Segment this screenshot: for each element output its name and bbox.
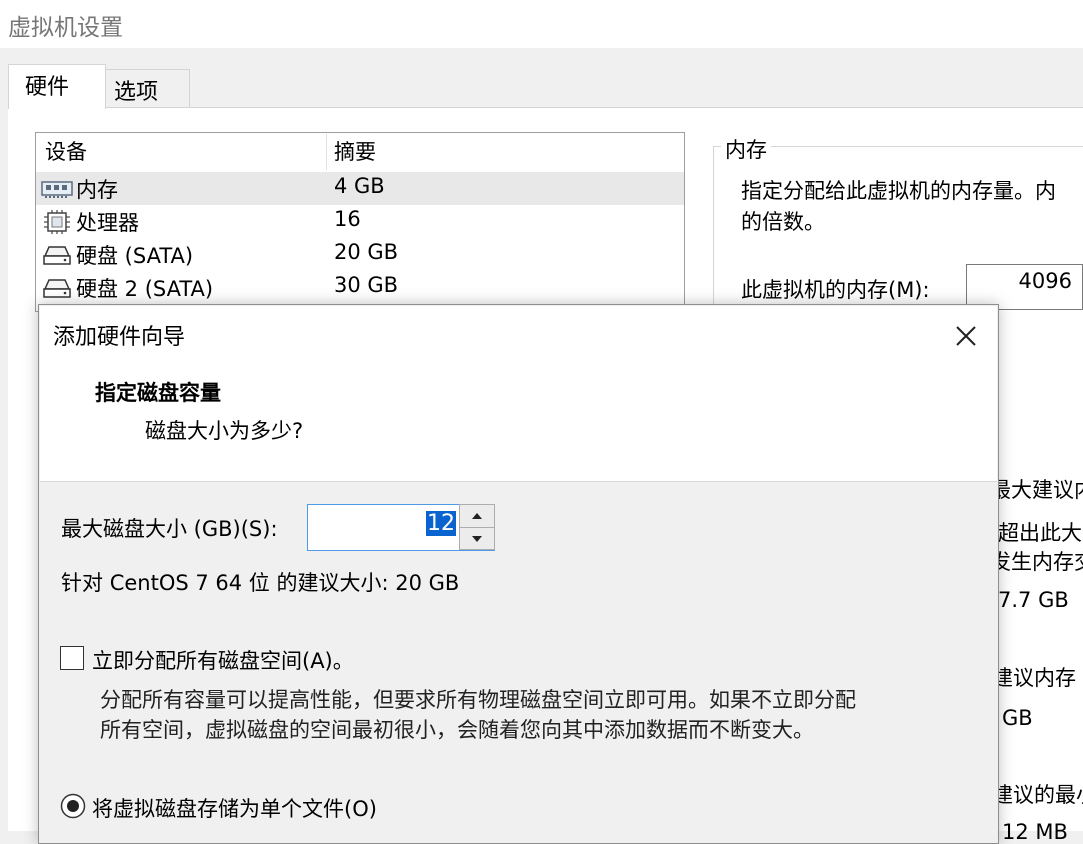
cpu-icon [44,210,70,234]
triangle-down-icon [472,536,482,542]
allocate-all-description: 分配所有容量可以提高性能，但要求所有物理磁盘空间立即可用。如果不立即分配 所有空… [100,685,856,745]
device-summary: 30 GB [334,273,399,297]
close-icon[interactable] [943,315,987,355]
device-summary: 20 GB [334,240,399,264]
column-header-divider[interactable] [326,134,327,170]
title-bar [0,0,1083,48]
memory-icon [41,181,73,198]
tab-options[interactable]: 选项 [106,69,190,108]
device-row-harddisk[interactable]: 硬盘 (SATA) 20 GB [36,238,684,271]
device-name: 处理器 [76,211,139,235]
step-subtitle: 磁盘大小为多少? [145,419,304,443]
memory-max-recommended-value: 7.7 GB [998,588,1069,612]
device-row-harddisk-2[interactable]: 硬盘 2 (SATA) 30 GB [36,271,684,304]
device-summary: 16 [334,207,361,231]
memory-group-title: 内存 [721,134,771,164]
memory-field-label: 此虚拟机的内存(M): [741,278,930,302]
disk-size-spinner[interactable] [459,504,495,550]
add-hardware-wizard-dialog: 添加硬件向导 指定磁盘容量 磁盘大小为多少? 最大磁盘大小 (GB)(S): 1… [38,304,999,844]
memory-min-recommended-value: 12 MB [1002,820,1068,844]
memory-warning-text: 超出此大 [998,521,1082,545]
allocate-all-label[interactable]: 立即分配所有磁盘空间(A)。 [92,645,354,675]
memory-description-line: 指定分配给此虚拟机的内存量。内 [741,179,1056,203]
dialog-title: 添加硬件向导 [53,325,186,350]
max-disk-size-label: 最大磁盘大小 (GB)(S): [61,517,278,541]
harddisk-icon [43,279,71,298]
allocate-description-line: 所有空间，虚拟磁盘的空间最初很小，会随着您向其中添加数据而不断变大。 [100,718,814,742]
step-title: 指定磁盘容量 [95,381,221,405]
device-row-memory[interactable]: 内存 4 GB [36,172,684,205]
tab-hardware[interactable]: 硬件 [8,64,106,109]
recommended-size-text: 针对 CentOS 7 64 位 的建议大小: 20 GB [61,567,459,597]
memory-max-recommended-label: 最大建议内 [990,478,1083,502]
memory-recommended-value: GB [1002,706,1033,730]
window-title: 虚拟机设置 [8,15,123,41]
memory-description-line: 的倍数。 [741,210,825,234]
allocate-description-line: 分配所有容量可以提高性能，但要求所有物理磁盘空间立即可用。如果不立即分配 [100,688,856,712]
harddisk-icon [43,246,71,265]
device-name: 硬盘 2 (SATA) [76,277,214,301]
single-file-label[interactable]: 将虚拟磁盘存储为单个文件(O) [92,793,377,823]
memory-description: 指定分配给此虚拟机的内存量。内 的倍数。 [741,176,1081,238]
memory-recommended-label: 建议内存 [992,666,1076,690]
device-row-processor[interactable]: 处理器 16 [36,205,684,238]
recommended-size-suffix: 的建议大小: 20 GB [269,571,460,595]
max-disk-size-value: 12 [426,511,456,536]
column-header-device[interactable]: 设备 [45,136,87,166]
single-file-radio[interactable] [60,793,86,819]
spin-down-button[interactable] [460,528,494,550]
spin-up-button[interactable] [460,505,494,528]
memory-warning-text: 发生内存交 [990,550,1083,574]
triangle-up-icon [472,513,482,519]
memory-min-recommended-label: 建议的最小 [992,783,1083,807]
device-name: 硬盘 (SATA) [76,244,194,268]
device-summary: 4 GB [334,174,385,198]
device-name: 内存 [76,178,118,202]
column-header-summary[interactable]: 摘要 [334,136,376,166]
recommended-size-prefix: 针对 [61,571,110,595]
recommended-os-name: CentOS 7 64 位 [109,571,270,595]
allocate-all-checkbox[interactable] [60,646,84,670]
